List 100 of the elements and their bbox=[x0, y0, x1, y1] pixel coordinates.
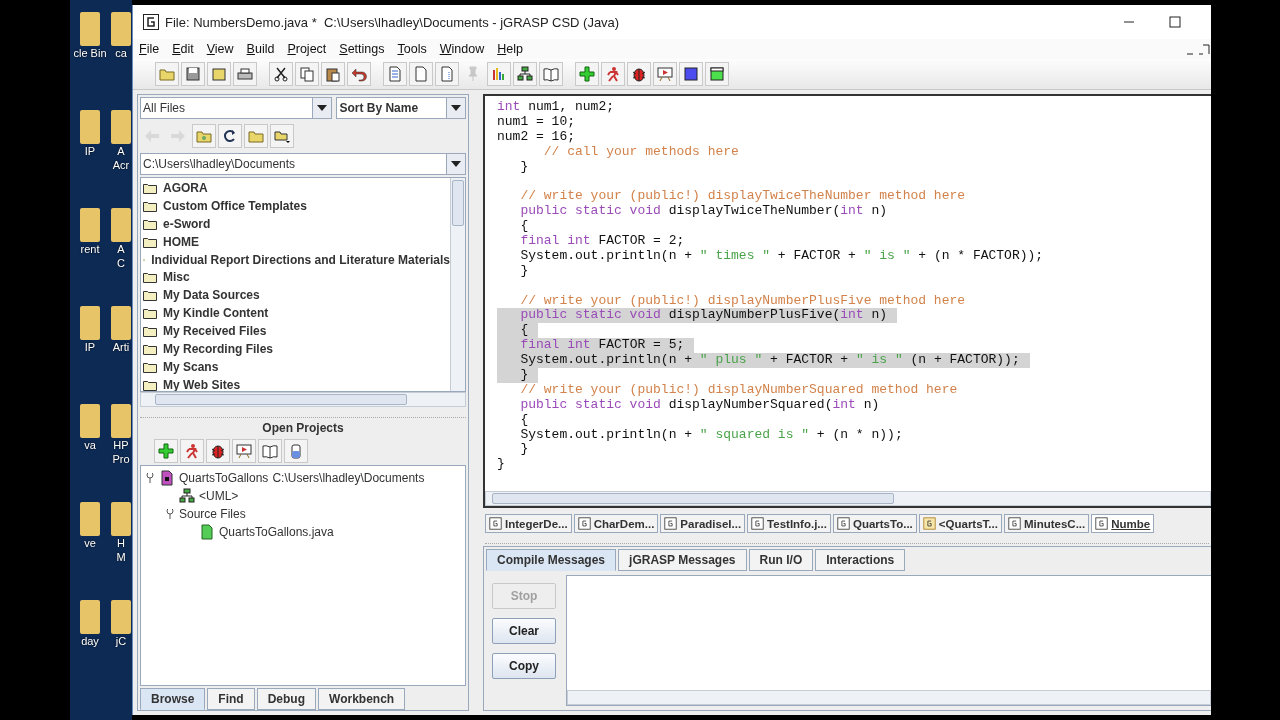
file-tab[interactable]: Numbe bbox=[1091, 514, 1155, 533]
code-line: public static void displayNumberSquared(int n) bbox=[519, 397, 880, 413]
folder-name[interactable]: HOME bbox=[163, 234, 199, 249]
tree-item[interactable]: Source Files bbox=[179, 507, 246, 521]
code-line: System.out.println(n + " squared is " + (n * n)); bbox=[519, 427, 903, 443]
project-toolbar-button[interactable] bbox=[206, 439, 230, 463]
desktop-icon-label: jC bbox=[115, 634, 127, 648]
file-g-icon bbox=[836, 517, 850, 530]
toolbar-button[interactable] bbox=[705, 62, 729, 86]
menu-item[interactable]: Tools bbox=[397, 42, 427, 56]
new-folder-icon bbox=[196, 128, 212, 144]
file-g-icon bbox=[1095, 517, 1109, 530]
toolbar-button[interactable] bbox=[347, 62, 371, 86]
file-g-icon bbox=[489, 517, 502, 530]
tab[interactable]: Debug bbox=[256, 688, 317, 710]
maximize-icon[interactable] bbox=[1169, 16, 1181, 28]
toolbar-button[interactable] bbox=[181, 62, 205, 86]
horizontal-scrollbar[interactable] bbox=[485, 491, 1211, 506]
file-tab[interactable]: CharDem... bbox=[573, 514, 659, 533]
clipboard-icon bbox=[325, 66, 341, 82]
folder-name[interactable]: My Recording Files bbox=[163, 341, 274, 356]
menu-item[interactable]: Edit bbox=[172, 42, 194, 56]
folder-name[interactable]: My Web Sites bbox=[163, 377, 241, 391]
open-book-icon bbox=[543, 66, 559, 82]
expanded-node-icon[interactable] bbox=[145, 473, 155, 483]
code-line: // write your (public!) displayNumberPlusFive method here bbox=[519, 293, 966, 309]
file-tab[interactable]: ParadiseI... bbox=[660, 514, 746, 533]
folder-name[interactable]: Misc bbox=[163, 270, 190, 285]
horizontal-scrollbar[interactable] bbox=[567, 690, 1211, 705]
menu-item[interactable]: Help bbox=[497, 42, 523, 56]
window-icon bbox=[709, 66, 725, 82]
desktop-icon-label: cle Bin bbox=[73, 46, 107, 60]
hierarchy-icon bbox=[179, 488, 195, 504]
bug-icon bbox=[210, 443, 226, 459]
desktop-icon-label: ve bbox=[84, 536, 96, 550]
document-icon bbox=[413, 66, 429, 82]
tab[interactable]: Run I/O bbox=[748, 549, 814, 571]
desktop-icon-label: IP bbox=[84, 144, 96, 158]
message-button[interactable]: Clear bbox=[492, 618, 556, 644]
panel-title: Open Projects bbox=[261, 420, 345, 437]
path-dropdown[interactable]: C:\Users\lhadley\Documents bbox=[140, 153, 466, 175]
code-line: // write your (public!) displayTwiceTheNumber method here bbox=[519, 189, 966, 205]
running-figure-icon bbox=[605, 66, 621, 82]
file-tab[interactable]: QuartsTo... bbox=[832, 514, 917, 533]
code-line: num1 = 10; bbox=[497, 114, 575, 130]
menu-item[interactable]: File bbox=[139, 42, 160, 56]
menu-item[interactable]: Window bbox=[439, 42, 485, 56]
toolbar-button[interactable] bbox=[233, 62, 257, 86]
sort-dropdown[interactable]: Sort By Name bbox=[336, 97, 466, 119]
folder-name[interactable]: Custom Office Templates bbox=[163, 198, 307, 213]
expanded-node-icon[interactable] bbox=[165, 509, 175, 519]
file-tab[interactable]: <QuartsT... bbox=[918, 514, 1002, 533]
folder-name[interactable]: My Kindle Content bbox=[163, 306, 269, 321]
horizontal-scrollbar[interactable] bbox=[140, 392, 466, 407]
document-icon bbox=[439, 66, 455, 82]
tab[interactable]: Workbench bbox=[318, 688, 406, 710]
code-line: // call your methods here bbox=[542, 144, 739, 160]
vertical-scrollbar[interactable] bbox=[450, 178, 465, 391]
scissors-icon bbox=[273, 66, 289, 82]
code-line: public static void displayTwiceTheNumber(int n) bbox=[519, 204, 888, 220]
restore-window-icon[interactable] bbox=[1185, 42, 1211, 56]
tab[interactable]: Find bbox=[207, 688, 255, 710]
tab[interactable]: Browse bbox=[140, 688, 206, 710]
folder-name[interactable]: AGORA bbox=[163, 180, 208, 195]
file-filter-dropdown[interactable]: All Files bbox=[140, 97, 333, 119]
toolbar-button[interactable] bbox=[679, 62, 703, 86]
menu-item[interactable]: View bbox=[206, 42, 234, 56]
menu-item[interactable]: Settings bbox=[339, 42, 385, 56]
menu-item[interactable]: Project bbox=[287, 42, 327, 56]
folder-name[interactable]: My Scans bbox=[163, 359, 219, 374]
desktop-icon-label: A bbox=[117, 242, 125, 256]
tree-item[interactable]: QuartsToGallons bbox=[179, 471, 269, 485]
desktop-icon-label: A bbox=[117, 144, 125, 158]
toolbar-button[interactable] bbox=[627, 62, 651, 86]
java-file-icon bbox=[199, 524, 215, 540]
toolbar-button[interactable] bbox=[321, 62, 345, 86]
file-tab[interactable]: IntegerDe... bbox=[485, 514, 572, 533]
file-tab[interactable]: MinutesC... bbox=[1003, 514, 1090, 533]
file-g-icon bbox=[1007, 517, 1021, 530]
jar-icon bbox=[288, 443, 304, 459]
code-editor[interactable] bbox=[483, 94, 1211, 508]
desktop-icon-label: day bbox=[81, 634, 99, 648]
menu-item[interactable]: Build bbox=[246, 42, 275, 56]
tab[interactable]: Interactions bbox=[815, 549, 906, 571]
folder-name[interactable]: Individual Report Directions and Literature Materials bbox=[151, 252, 450, 267]
toolbar-button[interactable] bbox=[269, 62, 293, 86]
tree-item[interactable]: QuartsToGallons.java bbox=[219, 525, 334, 539]
toolbar-button[interactable] bbox=[513, 62, 537, 86]
code-line: int num1, num2; bbox=[497, 100, 615, 115]
folder-name[interactable]: My Data Sources bbox=[163, 288, 260, 303]
message-button[interactable]: Copy bbox=[492, 653, 556, 679]
navigation-button[interactable] bbox=[218, 124, 242, 148]
tab[interactable]: Compile Messages bbox=[486, 549, 617, 571]
code-line: final int FACTOR = 2; bbox=[519, 234, 685, 249]
folder-name[interactable]: e-Sword bbox=[163, 216, 211, 231]
file-tab[interactable]: TestInfo.j... bbox=[747, 514, 831, 533]
folder-name[interactable]: My Received Files bbox=[163, 324, 267, 339]
tab[interactable]: jGRASP Messages bbox=[618, 549, 747, 571]
project-toolbar-button[interactable] bbox=[258, 439, 282, 463]
tree-item[interactable]: <UML> bbox=[199, 489, 239, 503]
